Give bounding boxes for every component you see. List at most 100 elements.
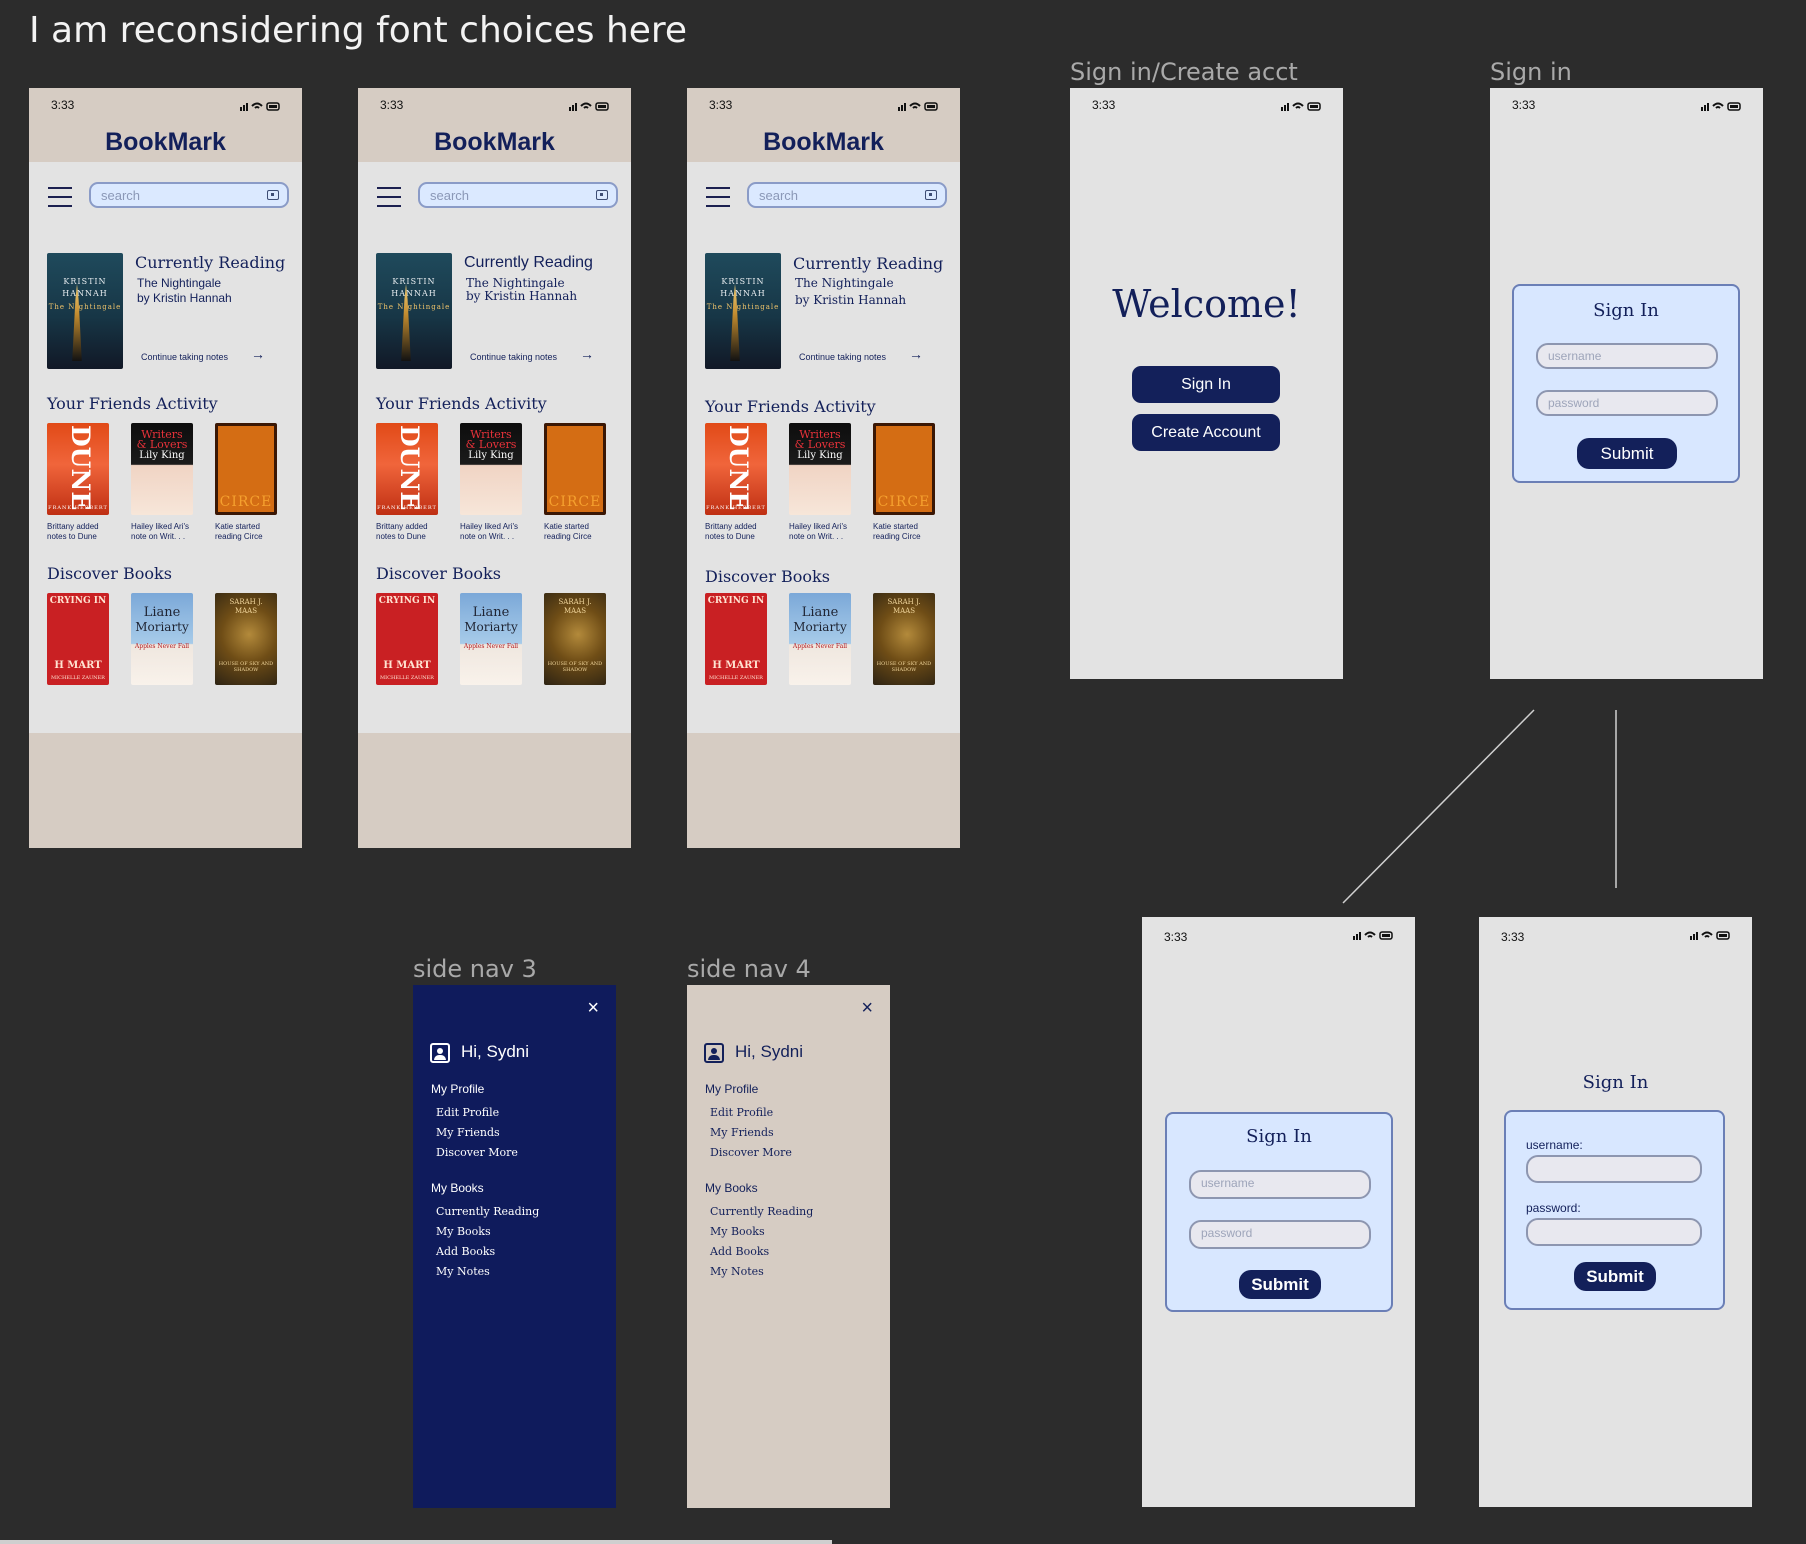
discover-book-hmart[interactable]: CRYING IN H MART MICHELLE ZAUNER [376,593,438,685]
nav-item-currently-reading[interactable]: Currently Reading [436,1205,539,1218]
frame-label-side-nav-4: side nav 4 [687,955,811,983]
frame-label-signin-create: Sign in/Create acct [1070,58,1298,86]
status-icons [898,101,938,111]
hamburger-icon[interactable] [48,187,72,207]
create-account-button[interactable]: Create Account [1132,414,1280,451]
friend-book-writers-lovers[interactable]: Writers & Lovers Lily King [789,423,851,515]
cover-title: The Nightingale [706,303,780,311]
discover-book-maas[interactable]: SARAH J. MAAS HOUSE OF SKY AND SHADOW [873,593,935,685]
currently-reading-cover[interactable]: KRISTIN HANNAH The Nightingale [705,253,781,369]
friend-book-circe[interactable]: CIRCE [544,423,606,515]
profile-icon [704,1043,724,1063]
nav-item-my-friends[interactable]: My Friends [436,1126,500,1139]
username-field[interactable]: username [1536,343,1718,369]
dune-cover-author: FRANK HERBERT [377,505,437,511]
bottom-bar [687,733,960,848]
search-input[interactable]: search [418,182,618,208]
search-scan-icon[interactable] [596,190,608,200]
username-field[interactable]: username [1189,1170,1371,1199]
maas-cover-author-2: MAAS [563,607,587,615]
currently-reading-cover[interactable]: KRISTIN HANNAH The Nightingale [47,253,123,369]
arrow-right-icon[interactable]: → [251,346,265,362]
sign-in-button[interactable]: Sign In [1132,366,1280,403]
discover-book-maas[interactable]: SARAH J. MAAS HOUSE OF SKY AND SHADOW [544,593,606,685]
nav-item-add-books[interactable]: Add Books [436,1245,495,1258]
app-title: BookMark [105,128,226,156]
username-field[interactable] [1526,1155,1702,1183]
username-label: username: [1526,1138,1583,1152]
discover-book-maas[interactable]: SARAH J. MAAS HOUSE OF SKY AND SHADOW [215,593,277,685]
hamburger-icon[interactable] [377,187,401,207]
friend-book-writers-lovers[interactable]: Writers & Lovers Lily King [460,423,522,515]
nav-item-discover-more[interactable]: Discover More [436,1146,518,1159]
continue-notes-link[interactable]: Continue taking notes [470,352,557,362]
password-field[interactable]: password [1536,390,1718,416]
hamburger-icon[interactable] [706,187,730,207]
close-icon[interactable]: × [861,997,873,1020]
status-time: 3:33 [51,98,75,112]
circe-cover-title: CIRCE [877,494,931,510]
hmart-cover-author: MICHELLE ZAUNER [380,675,434,681]
password-field[interactable]: password [1189,1220,1371,1249]
friend-book-writers-lovers[interactable]: Writers & Lovers Lily King [131,423,193,515]
nav-item-my-notes[interactable]: My Notes [710,1265,764,1278]
password-field[interactable] [1526,1218,1702,1246]
status-icons [569,101,609,111]
search-placeholder: search [759,188,799,203]
friend-caption: Katie started reading Circe [215,522,263,541]
friend-caption: Brittany added notes to Dune [47,522,99,541]
friend-book-dune[interactable]: DUNE FRANK HERBERT [47,423,109,515]
moriarty-cover-title: Apples Never Fall [463,643,519,650]
cover-author-line-1: KRISTIN [63,277,107,286]
discover-book-apples[interactable]: Liane Moriarty Apples Never Fall [131,593,193,685]
moriarty-cover-last: Moriarty [793,620,847,634]
arrow-right-icon[interactable]: → [909,346,923,362]
writers-cover-author: Lily King [468,450,514,461]
discover-book-hmart[interactable]: CRYING IN H MART MICHELLE ZAUNER [705,593,767,685]
arrow-right-icon[interactable]: → [580,346,594,362]
my-books-group: My Books [431,1181,484,1195]
search-input[interactable]: search [747,182,947,208]
discover-book-hmart[interactable]: CRYING IN H MART MICHELLE ZAUNER [47,593,109,685]
status-icons [240,101,280,111]
horizontal-scrollbar[interactable] [0,1540,832,1544]
search-scan-icon[interactable] [925,190,937,200]
nav-item-my-friends[interactable]: My Friends [710,1126,774,1139]
friend-book-dune[interactable]: DUNE FRANK HERBERT [376,423,438,515]
nav-item-discover-more[interactable]: Discover More [710,1146,792,1159]
sign-in-frame-3: 3:33 Sign In username: password: Submit [1479,917,1752,1507]
home-frame-1: 3:33 BookMark search KRISTIN HANNAH The … [29,88,302,848]
submit-button[interactable]: Submit [1239,1270,1321,1299]
nav-item-currently-reading[interactable]: Currently Reading [710,1205,813,1218]
friend-book-circe[interactable]: CIRCE [215,423,277,515]
continue-notes-link[interactable]: Continue taking notes [799,352,886,362]
status-icons [1353,930,1393,940]
friend-book-circe[interactable]: CIRCE [873,423,935,515]
friend-caption: Katie started reading Circe [544,522,592,541]
cover-author-line-2: HANNAH [62,289,108,298]
close-icon[interactable]: × [587,997,599,1020]
search-input[interactable]: search [89,182,289,208]
writers-cover-author: Lily King [139,450,185,461]
maas-cover-author: SARAH J. [558,598,592,606]
nav-item-edit-profile[interactable]: Edit Profile [710,1106,773,1119]
sign-in-card: Sign In username password Submit [1165,1112,1393,1312]
submit-button[interactable]: Submit [1574,1262,1656,1291]
friend-book-dune[interactable]: DUNE FRANK HERBERT [705,423,767,515]
welcome-title: Welcome! [1112,282,1301,326]
nav-item-my-books[interactable]: My Books [710,1225,765,1238]
hmart-cover-title: H MART [712,660,760,671]
maas-cover-title: HOUSE OF SKY AND SHADOW [218,661,274,673]
submit-button[interactable]: Submit [1577,438,1677,469]
currently-reading-cover[interactable]: KRISTIN HANNAH The Nightingale [376,253,452,369]
continue-notes-link[interactable]: Continue taking notes [141,352,228,362]
maas-cover-author-2: MAAS [234,607,258,615]
nav-item-my-notes[interactable]: My Notes [436,1265,490,1278]
nav-item-add-books[interactable]: Add Books [710,1245,769,1258]
nav-item-my-books[interactable]: My Books [436,1225,491,1238]
discover-book-apples[interactable]: Liane Moriarty Apples Never Fall [460,593,522,685]
sign-in-frame: 3:33 Sign In username password Submit [1490,88,1763,679]
discover-book-apples[interactable]: Liane Moriarty Apples Never Fall [789,593,851,685]
nav-item-edit-profile[interactable]: Edit Profile [436,1106,499,1119]
search-scan-icon[interactable] [267,190,279,200]
